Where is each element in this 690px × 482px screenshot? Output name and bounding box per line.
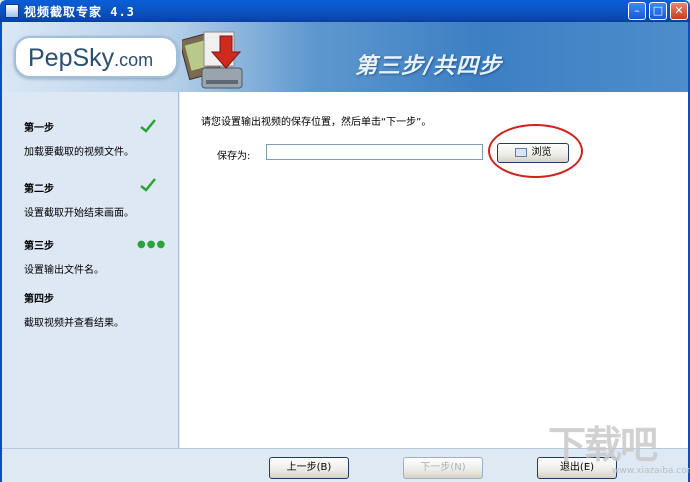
maximize-button[interactable]: □ <box>649 2 667 20</box>
annotation-circle <box>488 124 583 178</box>
sidebar-step-3: 第三步 设置输出文件名。 <box>24 237 104 276</box>
app-icon <box>5 4 19 18</box>
logo-main-text: PepSky <box>28 44 115 72</box>
step-description: 加载要截取的视频文件。 <box>24 147 134 158</box>
step-description: 截取视频并查看结果。 <box>24 318 124 329</box>
previous-step-button[interactable]: 上一步(B) <box>269 457 349 479</box>
minimize-button[interactable]: – <box>628 2 646 20</box>
step-title: 第四步 <box>24 294 54 305</box>
sidebar-step-1: 第一步 加载要截取的视频文件。 <box>24 119 134 158</box>
window-title: 视频截取专家 4.3 <box>24 5 135 19</box>
logo-domain-text: .com <box>114 50 154 70</box>
watermark-url: www.xiazaiba.com <box>612 466 690 476</box>
save-as-label: 保存为: <box>217 151 251 162</box>
logo: PepSky.com <box>14 36 178 78</box>
checkmark-icon <box>140 119 156 133</box>
step-title: 第一步 <box>24 123 54 134</box>
next-step-button[interactable]: 下一步(N) <box>403 457 483 479</box>
instruction-text: 请您设置输出视频的保存位置，然后单击“下一步”。 <box>201 117 432 128</box>
step-title: 第二步 <box>24 184 54 195</box>
step-description: 设置输出文件名。 <box>24 265 104 276</box>
step-description: 设置截取开始结束画面。 <box>24 208 134 219</box>
watermark-logo: 下载吧 <box>548 423 658 467</box>
title-bar: 视频截取专家 4.3 – □ ✕ <box>0 0 690 22</box>
in-progress-dots-icon: ●●● <box>137 239 167 250</box>
step-progress-title: 第三步/共四步 <box>355 53 503 79</box>
save-path-input[interactable] <box>266 144 483 160</box>
film-download-icon <box>182 31 243 89</box>
close-button[interactable]: ✕ <box>670 2 688 20</box>
sidebar-step-2: 第二步 设置截取开始结束画面。 <box>24 180 134 219</box>
step-title: 第三步 <box>24 241 54 252</box>
sidebar-step-4: 第四步 截取视频并查看结果。 <box>24 290 124 329</box>
checkmark-icon <box>140 178 156 192</box>
